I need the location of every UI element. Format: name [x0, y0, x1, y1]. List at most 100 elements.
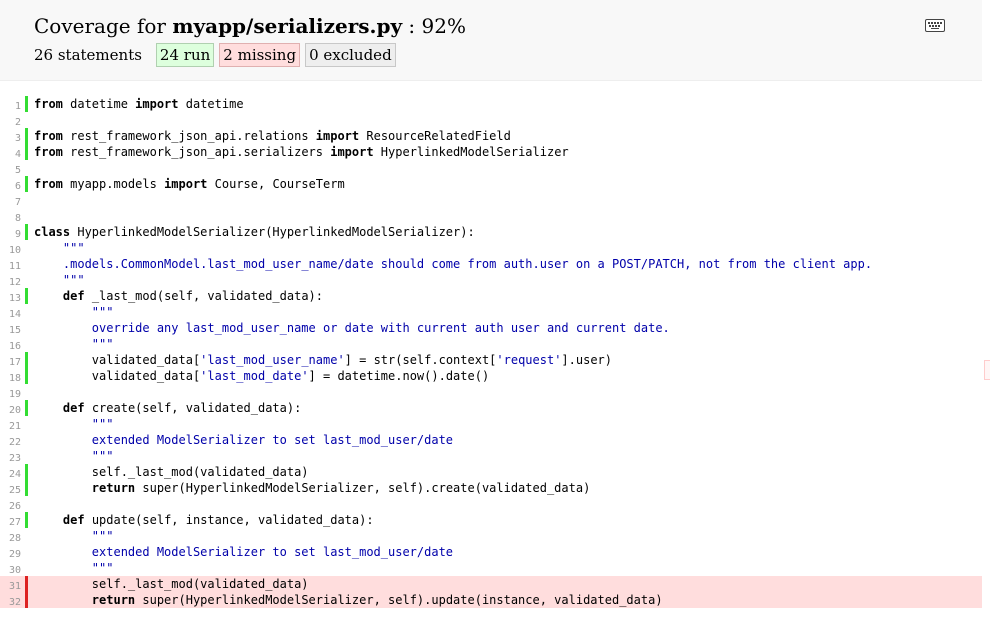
code-text: ].user)	[561, 353, 612, 367]
code-line: 22 extended ModelSerializer to set last_…	[0, 432, 982, 448]
missing-toggle-button[interactable]: 2 missing	[219, 43, 301, 67]
keyword: from	[34, 145, 63, 159]
code-line: 12 """	[0, 272, 982, 288]
missing-marker	[25, 576, 28, 592]
title-prefix: Coverage for	[34, 14, 173, 38]
string-literal: """	[62, 241, 85, 255]
page-title: Coverage for myapp/serializers.py : 92%	[34, 13, 466, 39]
run-code-line: 24 self._last_mod(validated_data)	[0, 464, 982, 480]
scrollbar-missing-marker[interactable]	[984, 360, 990, 380]
excluded-toggle-button[interactable]: 0 excluded	[305, 43, 396, 67]
code-text: validated_data[	[34, 353, 201, 367]
source-code: def _last_mod(self, validated_data):	[34, 288, 323, 304]
run-toggle-button[interactable]: 24 run	[155, 43, 215, 67]
run-marker	[25, 128, 28, 144]
code-text: create(self, validated_data):	[84, 401, 302, 415]
code-text: super(HyperlinkedModelSerializer, self).…	[135, 593, 663, 607]
run-marker	[25, 480, 28, 496]
code-line: 15 override any last_mod_user_name or da…	[0, 320, 982, 336]
source-code: validated_data['last_mod_date'] = dateti…	[34, 368, 489, 384]
source-code: extended ModelSerializer to set last_mod…	[34, 432, 453, 448]
source-code: """	[34, 336, 114, 352]
run-code-line: 17 validated_data['last_mod_user_name'] …	[0, 352, 982, 368]
code-text: datetime	[62, 97, 136, 111]
coverage-percent: : 92%	[402, 14, 466, 38]
source-code: def update(self, instance, validated_dat…	[34, 512, 374, 528]
source-code: validated_data['last_mod_user_name'] = s…	[34, 352, 612, 368]
string-literal: 'last_mod_user_name'	[200, 353, 345, 367]
code-text: HyperlinkedModelSerializer	[373, 145, 569, 159]
run-marker	[25, 144, 28, 160]
code-line: 14 """	[0, 304, 982, 320]
keyword: import	[135, 97, 179, 111]
code-line: 21 """	[0, 416, 982, 432]
code-line: 11 .models.CommonModel.last_mod_user_nam…	[0, 256, 982, 272]
report-header: Coverage for myapp/serializers.py : 92% …	[0, 0, 982, 81]
source-code: from datetime import datetime	[34, 96, 244, 112]
code-text: ResourceRelatedField	[359, 129, 511, 143]
keyword: class	[34, 225, 71, 239]
keyboard-icon[interactable]	[925, 19, 945, 32]
string-literal: """	[91, 417, 114, 431]
code-line: 19	[0, 384, 982, 400]
string-literal: extended ModelSerializer to set last_mod…	[91, 433, 454, 447]
code-text: super(HyperlinkedModelSerializer, self).…	[135, 481, 591, 495]
keyword: def	[62, 289, 85, 303]
coverage-stats: 26 statements 24 run 2 missing 0 exclude…	[34, 43, 401, 67]
string-literal: """	[91, 529, 114, 543]
missing-code-line: 32 return super(HyperlinkedModelSerializ…	[0, 592, 982, 608]
code-line: 8	[0, 208, 982, 224]
code-text: ] = datetime.now().date()	[308, 369, 490, 383]
run-code-line: 13 def _last_mod(self, validated_data):	[0, 288, 982, 304]
string-literal: """	[91, 337, 114, 351]
code-line: 29 extended ModelSerializer to set last_…	[0, 544, 982, 560]
code-text: update(self, instance, validated_data):	[84, 513, 374, 527]
code-line: 2	[0, 112, 982, 128]
run-code-line: 9 class HyperlinkedModelSerializer(Hyperl…	[0, 224, 982, 240]
run-marker	[25, 400, 28, 416]
code-line: 30 """	[0, 560, 982, 576]
string-literal: """	[91, 561, 114, 575]
code-text: myapp.models	[62, 177, 165, 191]
code-text: self._last_mod(validated_data)	[34, 577, 309, 591]
run-marker	[25, 176, 28, 192]
run-code-line: 3 from rest_framework_json_api.relations …	[0, 128, 982, 144]
file-name: myapp/serializers.py	[172, 14, 403, 38]
code-text: rest_framework_json_api.serializers	[62, 145, 331, 159]
string-literal: override any last_mod_user_name or date …	[91, 321, 670, 335]
keyword: def	[62, 513, 85, 527]
keyword: import	[164, 177, 208, 191]
source-code: """	[34, 304, 114, 320]
source-code: def create(self, validated_data):	[34, 400, 301, 416]
code-line: 23 """	[0, 448, 982, 464]
statement-count: 26 statements	[34, 46, 142, 64]
source-code: override any last_mod_user_name or date …	[34, 320, 670, 336]
source-code: self._last_mod(validated_data)	[34, 576, 309, 592]
string-literal: """	[91, 449, 114, 463]
source-code: """	[34, 448, 114, 464]
run-code-line: 4 from rest_framework_json_api.serializer…	[0, 144, 982, 160]
source-code: """	[34, 528, 114, 544]
run-code-line: 1 from datetime import datetime	[0, 96, 982, 112]
keyword: import	[315, 129, 360, 143]
code-text: self._last_mod(validated_data)	[34, 465, 309, 479]
keyword: def	[62, 401, 85, 415]
source-code: from rest_framework_json_api.relations i…	[34, 128, 511, 144]
code-text: datetime	[178, 97, 244, 111]
code-line: 10 """	[0, 240, 982, 256]
string-literal: 'request'	[496, 353, 562, 367]
source-code: """	[34, 272, 85, 288]
run-marker	[25, 512, 28, 528]
code-line: 26	[0, 496, 982, 512]
run-marker	[25, 352, 28, 368]
